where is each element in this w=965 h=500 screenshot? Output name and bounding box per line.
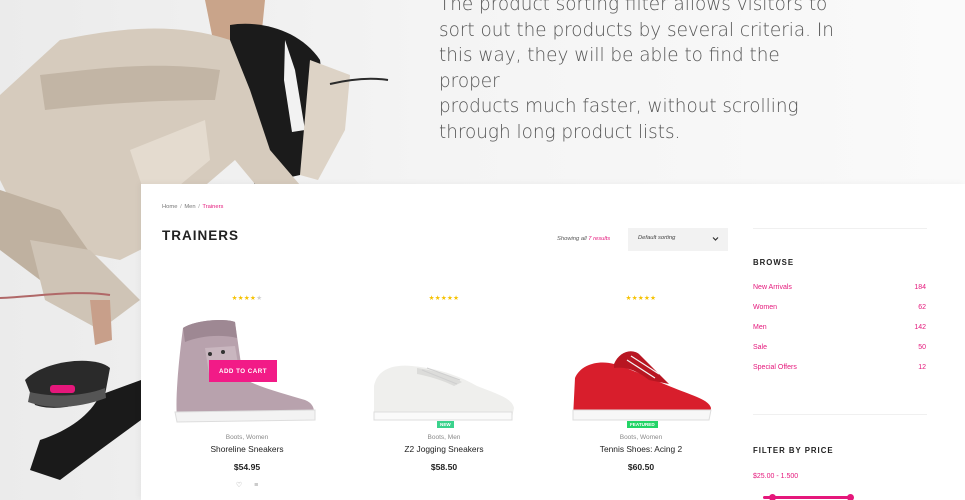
browse-heading: BROWSE [753,258,795,267]
product-card[interactable]: ★★★★★ NEW Boots, Men Z2 Jogging Sneakers… [354,294,534,494]
breadcrumb-men-link[interactable]: Men [184,204,195,210]
rating-stars: ★★★★★ [354,294,534,302]
product-name[interactable]: Tennis Shoes: Acing 2 [551,444,731,454]
browse-item-label: Women [753,304,777,311]
browse-item-count: 50 [918,344,926,351]
rating-stars: ★★★★★ [157,294,337,302]
white-sneaker-image[interactable] [362,308,522,426]
compare-icon[interactable]: ≡ [254,482,258,489]
browse-item-men[interactable]: Men 142 [753,324,927,344]
price-slider-min-handle[interactable] [769,494,776,500]
chevron-down-icon [712,237,719,241]
product-card[interactable]: ★★★★★ ADD TO CART Boots, Women Shoreline… [157,294,337,494]
breadcrumb: Home / Men / Trainers [162,204,223,210]
browse-item-label: Special Offers [753,364,797,371]
breadcrumb-home-link[interactable]: Home [162,204,177,210]
shop-panel: Home / Men / Trainers TRAINERS Showing a… [141,184,965,500]
browse-item-women[interactable]: Women 62 [753,304,927,324]
featured-badge: FEATURED [627,421,658,428]
sort-dropdown[interactable]: Default sorting [628,228,728,251]
browse-item-label: Men [753,324,767,331]
product-price: $60.50 [627,462,655,472]
new-badge: NEW [437,421,454,428]
product-price: $58.50 [430,462,458,472]
sort-selected-value: Default sorting [638,235,676,241]
rating-stars: ★★★★★ [551,294,731,302]
browse-item-special-offers[interactable]: Special Offers 12 [753,364,927,384]
price-slider-max-handle[interactable] [847,494,854,500]
browse-item-count: 142 [914,324,926,331]
product-card[interactable]: ★★★★★ FEATURED Boots, Women Tennis Shoes… [551,294,731,494]
product-categories[interactable]: Boots, Women [157,434,337,441]
promo-line: through long product lists. [439,121,681,143]
rating-stars-filled: ★★★★★ [625,295,657,302]
product-categories[interactable]: Boots, Men [354,434,534,441]
product-actions: ♡ ≡ [157,481,337,489]
divider [753,414,927,415]
price-range-value: $25.00 - 1.500 [753,473,799,480]
product-name[interactable]: Z2 Jogging Sneakers [354,444,534,454]
result-count: Showing all 7 results [557,236,610,242]
rating-stars-filled: ★★★★ [231,295,257,302]
browse-item-label: Sale [753,344,768,351]
product-categories[interactable]: Boots, Women [551,434,731,441]
result-count-prefix: Showing all [557,236,587,242]
rating-stars-filled: ★★★★★ [428,295,460,302]
browse-item-count: 62 [918,304,926,311]
heart-icon[interactable]: ♡ [236,482,242,489]
browse-item-sale[interactable]: Sale 50 [753,344,927,364]
add-to-cart-button[interactable]: ADD TO CART [209,360,277,382]
promo-line: products much faster, without scrolling [439,96,799,118]
filter-by-price-heading: FILTER BY PRICE [753,446,834,455]
browse-item-count: 184 [914,284,926,291]
product-name[interactable]: Shoreline Sneakers [157,444,337,454]
promo-line: sort out the products by several criteri… [439,19,834,41]
promo-line: this way, they will be able to find the … [439,45,780,92]
page-title: TRAINERS [162,228,240,243]
browse-list: New Arrivals 184 Women 62 Men 142 Sale 5… [753,284,927,384]
red-running-shoe-image[interactable] [559,308,719,426]
breadcrumb-separator: / [198,204,200,210]
breadcrumb-current: Trainers [202,204,224,210]
rating-stars-empty: ★ [256,295,263,302]
divider [753,228,927,229]
promo-line: The product sorting filter allows visito… [439,0,828,15]
browse-item-new-arrivals[interactable]: New Arrivals 184 [753,284,927,304]
result-count-value: 7 results [588,236,611,242]
promo-description: The product sorting filter allows visito… [439,0,839,146]
browse-item-label: New Arrivals [753,284,792,291]
price-slider-track[interactable] [763,496,853,499]
breadcrumb-separator: / [180,204,182,210]
browse-item-count: 12 [918,364,926,371]
product-price: $54.95 [233,462,261,472]
